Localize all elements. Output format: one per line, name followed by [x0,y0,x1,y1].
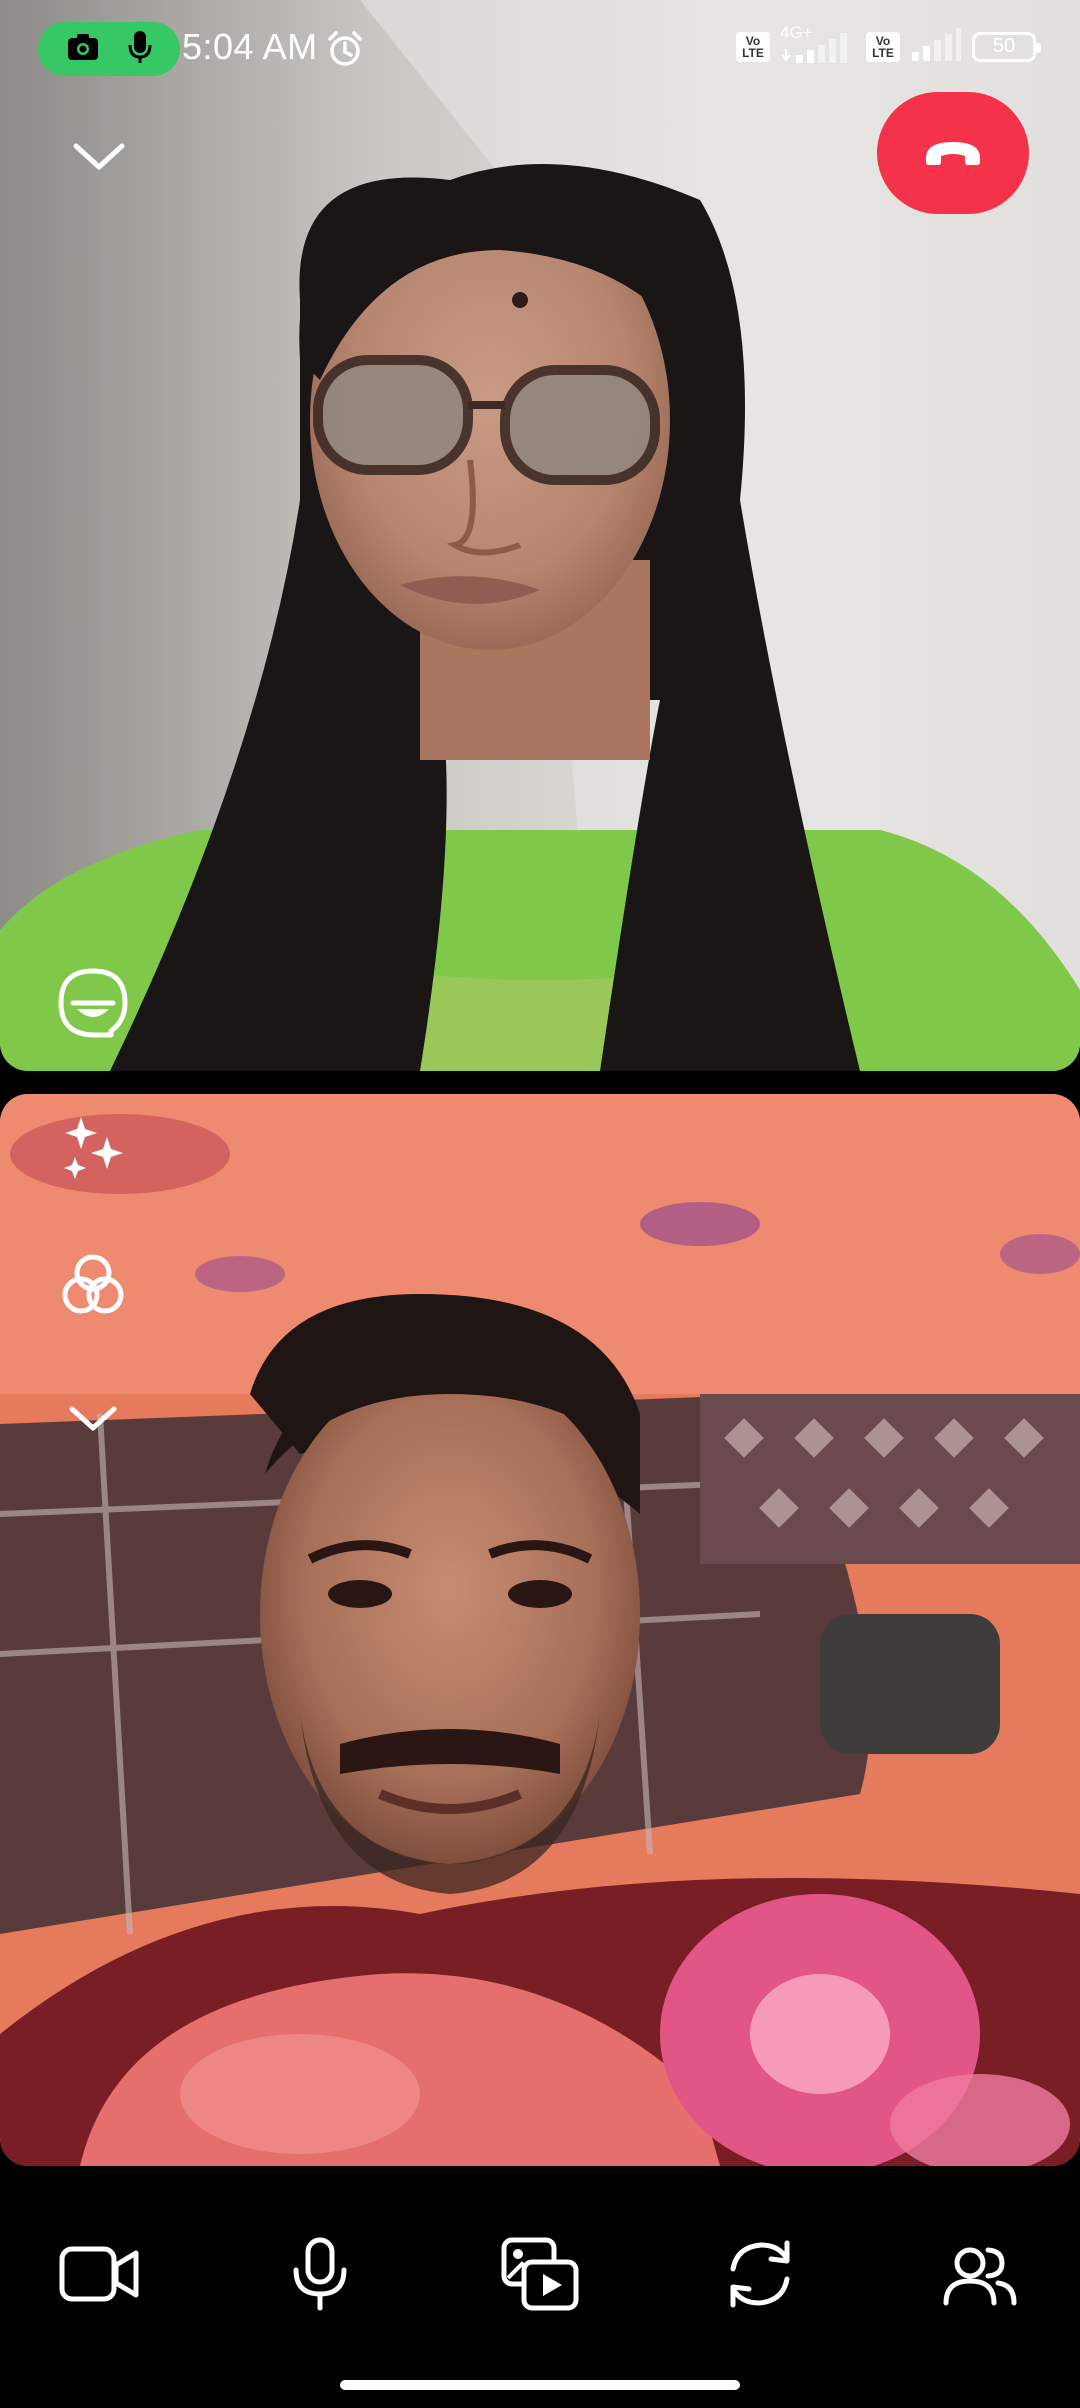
volte-badge-sim1: Vo LTE [736,31,770,62]
status-indicators: Vo LTE 4G+ Vo LTE 50 [736,23,1041,67]
sticker-icon [58,968,128,1038]
participants-button[interactable] [920,2214,1040,2334]
video-camera-icon [59,2246,139,2302]
battery-level: 50 [992,35,1016,57]
signal-icon-sim2 [910,26,962,67]
lens-filter-icon [62,1254,124,1314]
microphone-icon [127,30,153,69]
chevron-down-icon [69,1406,117,1431]
alarm-icon [326,30,364,73]
lens-filter-button[interactable] [48,1240,138,1330]
effects-button[interactable] [48,1104,138,1194]
status-time: 5:04 AM [182,26,318,67]
camera-toggle-button[interactable] [40,2214,160,2334]
participants-icon [943,2247,1017,2306]
microphone-icon [293,2237,347,2311]
phone-hangup-icon [926,142,980,165]
chevron-down-icon [73,143,125,170]
status-bar: 5:04 AM Vo LTE 4G+ Vo LTE 50 [0,0,1080,100]
media-share-icon [501,2237,579,2311]
microphone-toggle-button[interactable] [260,2214,380,2334]
home-indicator[interactable] [340,2380,740,2390]
camera-icon [66,32,100,67]
self-video-frame [0,1094,1080,2166]
privacy-indicator [38,22,180,76]
volte-badge-sim2: Vo LTE [866,31,900,62]
battery-icon: 50 [972,31,1041,62]
call-controls-bar [0,2166,1080,2408]
more-tools-button[interactable] [58,1390,128,1446]
media-share-button[interactable] [480,2214,600,2334]
end-call-button[interactable] [877,92,1029,214]
flip-camera-icon [730,2240,790,2308]
video-call-screen: 5:04 AM Vo LTE 4G+ Vo LTE 50 [0,0,1080,2408]
self-video-feed[interactable] [0,1094,1080,2166]
sticker-button[interactable] [48,958,138,1048]
signal-icon: 4G+ [780,23,856,67]
collapse-button[interactable] [62,128,136,184]
flip-camera-button[interactable] [700,2214,820,2334]
sparkle-icon [64,1117,123,1179]
